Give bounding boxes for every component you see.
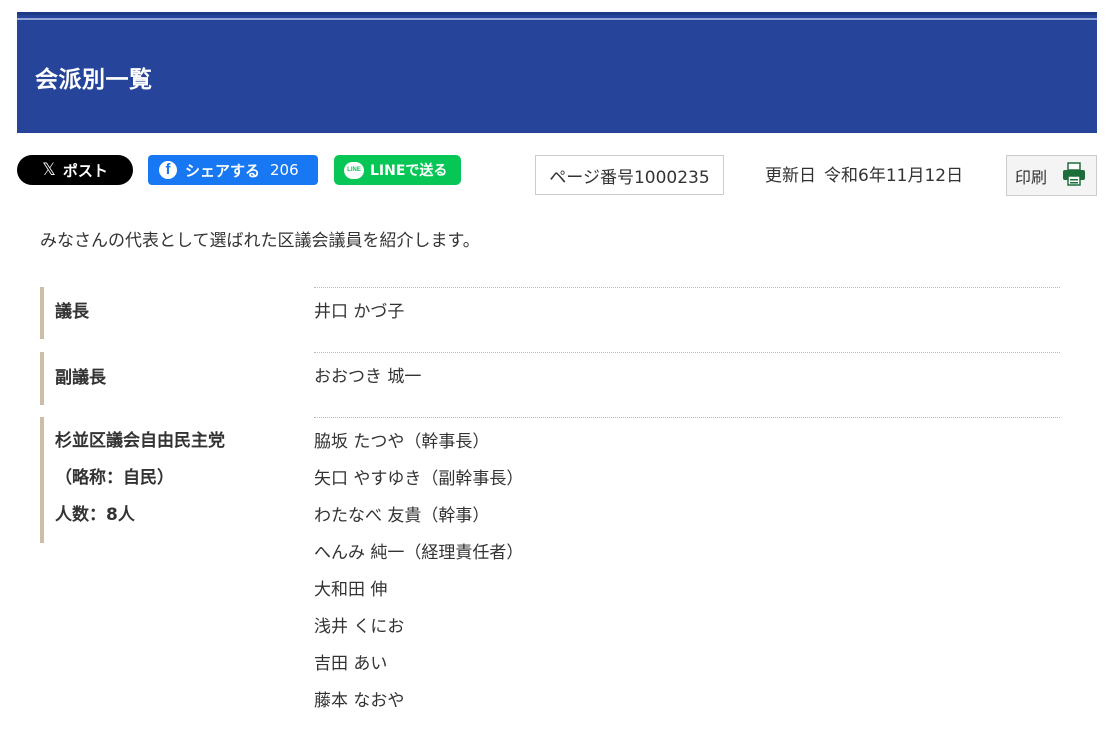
member-table: 議長 井口 かづ子 副議長 おおつき 城一 杉並区議会自由民主党 （略称：自民）… [40,287,1060,720]
printer-icon [1061,161,1087,191]
ldp-party-name: 杉並区議会自由民主党 [55,431,225,451]
line-logo-icon: LINE [344,161,364,179]
list-item: 大和田 伸 [314,580,388,600]
x-logo-icon: 𝕏 [42,160,56,180]
list-item: 脇坂 たつや（幹事長） [314,432,490,452]
updated-label: 更新日 [765,166,816,186]
list-item: わたなべ 友貴（幹事） [314,506,490,526]
line-send-label: LINEで送る [370,163,448,179]
share-toolbar: 𝕏 ポスト f シェアする 206 LINE LINEで送る ページ番号1000… [17,155,1097,197]
print-button[interactable]: 印刷 [1006,155,1097,196]
list-item: 藤本 なおや [314,691,405,711]
page: 会派別一覧 𝕏 ポスト f シェアする 206 LINE LINEで送る ページ… [0,0,1107,732]
row-value-vice-chair: おおつき 城一 [314,352,1060,405]
page-title: 会派別一覧 [35,67,153,93]
row-header-chair: 議長 [40,287,300,339]
list-item: 矢口 やすゆき（副幹事長） [314,469,524,489]
facebook-share-count: 206 [270,161,299,179]
line-send-button[interactable]: LINE LINEで送る [334,155,461,185]
print-label: 印刷 [1015,167,1048,187]
intro-text: みなさんの代表として選ばれた区議会議員を紹介します。 [40,231,480,251]
facebook-share-button[interactable]: f シェアする 206 [148,155,318,185]
row-header-ldp: 杉並区議会自由民主党 （略称：自民） 人数：8人 [40,417,300,543]
table-row-ldp: 杉並区議会自由民主党 （略称：自民） 人数：8人 脇坂 たつや（幹事長） 矢口 … [40,417,1060,720]
x-post-button[interactable]: 𝕏 ポスト [17,155,133,185]
facebook-logo-icon: f [159,161,177,179]
x-post-label: ポスト [62,161,108,180]
list-item: 吉田 あい [314,654,388,674]
ldp-member-count: 人数：8人 [55,505,135,525]
list-item: 浅井 くにお [314,617,405,637]
row-header-vice-chair: 副議長 [40,352,300,405]
list-item: へんみ 純一（経理責任者） [314,543,524,563]
updated-date: 更新日 令和6年11月12日 [765,161,963,186]
ldp-abbreviation: （略称：自民） [55,468,174,488]
facebook-share-label: シェアする [185,161,261,180]
row-value-chair: 井口 かづ子 [314,287,1060,340]
page-title-bar: 会派別一覧 [17,12,1097,133]
row-value-ldp: 脇坂 たつや（幹事長） 矢口 やすゆき（副幹事長） わたなべ 友貴（幹事） へん… [314,417,1060,720]
table-row-vice-chair: 副議長 おおつき 城一 [40,352,1060,405]
updated-value: 令和6年11月12日 [824,166,964,186]
page-number: ページ番号1000235 [535,155,724,195]
ldp-member-list: 脇坂 たつや（幹事長） 矢口 やすゆき（副幹事長） わたなべ 友貴（幹事） へん… [314,424,1060,720]
table-row-chair: 議長 井口 かづ子 [40,287,1060,340]
